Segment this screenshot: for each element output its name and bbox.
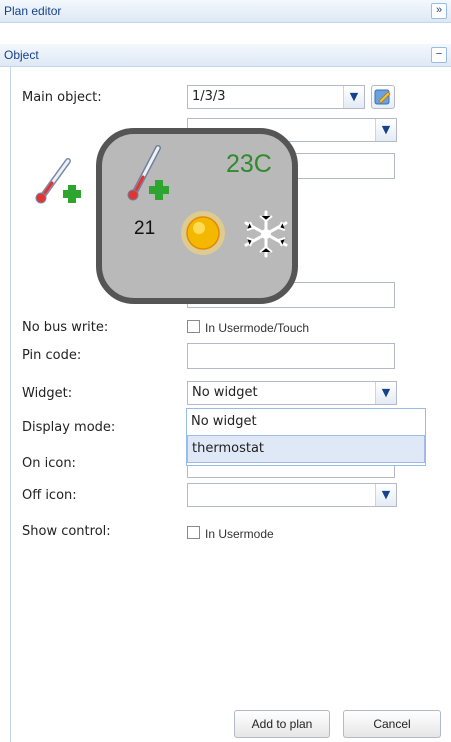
setpoint-temperature: 23C (226, 150, 272, 178)
show-control-checkbox[interactable]: In Usermode (187, 526, 274, 541)
widget-option-thermostat[interactable]: thermostat (187, 435, 425, 463)
thermometer-add-icon (124, 142, 176, 208)
chevron-down-icon[interactable]: ▼ (375, 382, 396, 404)
minus-icon[interactable]: − (431, 47, 447, 63)
on-icon-label: On icon: (22, 456, 76, 471)
main-object-label: Main object: (22, 90, 102, 105)
checkbox-icon[interactable] (187, 526, 200, 539)
edit-icon[interactable] (371, 85, 395, 109)
plan-editor-header: Plan editor » (0, 0, 451, 23)
widget-label: Widget: (22, 386, 73, 401)
chevron-down-icon[interactable]: ▼ (343, 86, 364, 108)
pin-code-input[interactable] (187, 343, 395, 369)
thermostat-widget-preview: 23C 21 (96, 128, 298, 304)
thermometer-add-icon (30, 155, 90, 209)
show-control-label: Show control: (22, 524, 111, 539)
widget-value: No widget (192, 385, 258, 400)
sun-icon (178, 208, 228, 262)
off-icon-label: Off icon: (22, 488, 77, 503)
no-bus-write-label: No bus write: (22, 320, 109, 335)
display-mode-label: Display mode: (22, 420, 116, 435)
no-bus-write-checkbox[interactable]: In Usermode/Touch (187, 320, 309, 335)
pin-code-label: Pin code: (22, 348, 82, 363)
double-chevron-right-icon[interactable]: » (431, 3, 447, 19)
widget-dropdown-list: No widget thermostat (186, 408, 426, 466)
main-object-value: 1/3/3 (192, 89, 226, 104)
widget-select[interactable]: No widget ▼ (187, 381, 397, 405)
show-control-checkbox-label: In Usermode (205, 527, 274, 541)
main-object-select[interactable]: 1/3/3 ▼ (187, 85, 365, 109)
object-panel-header: Object − (0, 44, 451, 67)
current-temperature: 21 (134, 218, 156, 239)
chevron-down-icon[interactable]: ▼ (375, 484, 396, 506)
checkbox-icon[interactable] (187, 320, 200, 333)
off-icon-select[interactable]: ▼ (187, 483, 397, 507)
add-to-plan-button[interactable]: Add to plan (234, 710, 330, 738)
plan-editor-title: Plan editor (4, 4, 62, 18)
chevron-down-icon[interactable]: ▼ (375, 119, 396, 141)
object-panel-title: Object (4, 48, 39, 62)
widget-option-no-widget[interactable]: No widget (187, 409, 425, 435)
cancel-button[interactable]: Cancel (343, 710, 441, 738)
no-bus-write-checkbox-label: In Usermode/Touch (205, 321, 310, 335)
snowflake-icon (240, 208, 292, 264)
